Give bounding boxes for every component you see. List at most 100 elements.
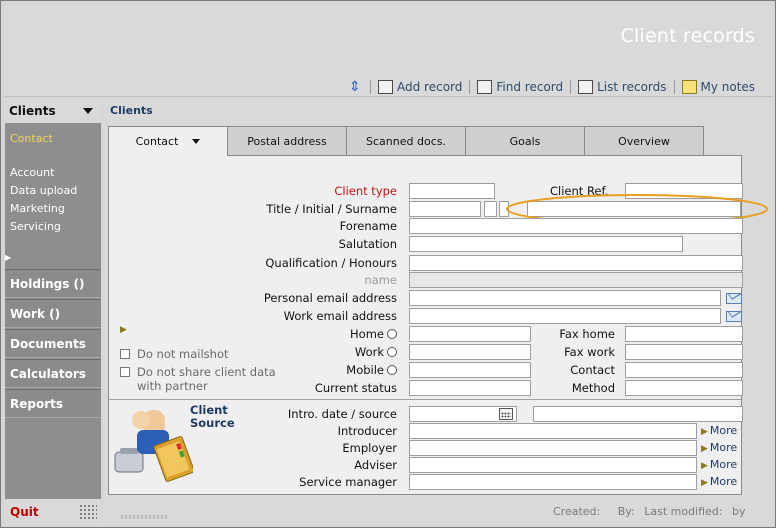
employer-field[interactable] [409,440,697,456]
list-records-button[interactable]: List records [578,80,667,94]
sidebar-item-holdings[interactable]: Holdings () [5,269,101,298]
work-email-label: Work email address [283,309,397,323]
fax-work-field[interactable] [625,344,743,360]
intro-source-field[interactable] [533,406,743,422]
do-not-share-checkbox[interactable] [120,367,130,377]
list-records-label: List records [597,80,667,94]
find-record-button[interactable]: Find record [477,80,563,94]
sidebar-clients-dropdown[interactable]: Clients [5,99,101,123]
salutation-field[interactable] [409,236,683,252]
expand-arrow-icon[interactable]: ▶ [5,253,11,262]
work-phone-label: Work [355,345,397,359]
do-not-mailshot-label: Do not mailshot [137,347,229,361]
work-radio[interactable] [387,347,397,357]
status-bar: Created: By: Last modified: by [553,505,746,518]
employer-more-link[interactable]: ▶ More [701,441,737,454]
sidebar-item-servicing[interactable]: Servicing [10,218,101,236]
do-not-share-line2: with partner [137,379,208,393]
mobile-phone-label: Mobile [346,363,397,377]
breadcrumb: Clients [110,104,153,117]
qualification-field[interactable] [409,255,743,271]
my-notes-label: My notes [700,80,756,94]
toolbar-separator [673,80,675,94]
sidebar-item-account[interactable]: Account [10,164,101,182]
last-modified-label: Last modified: [644,505,723,518]
sidebar-item-calculators[interactable]: Calculators [5,359,101,388]
do-not-share-line1: Do not share client data [137,365,276,379]
salutation-label: Salutation [338,237,397,251]
client-source-title: Client Source [190,404,235,430]
method-field[interactable] [625,380,743,396]
adviser-field[interactable] [409,457,697,473]
service-manager-field[interactable] [409,474,697,490]
sidebar-item-data-upload[interactable]: Data upload [10,182,101,200]
service-manager-label: Service manager [299,475,397,489]
current-status-label: Current status [314,381,397,395]
tab-goals[interactable]: Goals [465,126,585,155]
initial-field[interactable] [484,201,497,217]
more-text: More [709,441,738,454]
contact-form-panel: Client type Client Ref. Title / Initial … [108,155,768,495]
tab-bar: Contact Postal address Scanned docs. Goa… [108,126,704,156]
work-phone-field[interactable] [409,344,531,360]
client-type-field[interactable] [409,183,495,199]
work-text: Work [354,345,384,359]
forename-field[interactable] [409,218,743,234]
fax-home-field[interactable] [625,326,743,342]
personal-email-field[interactable] [409,290,721,306]
tab-contact[interactable]: Contact [108,126,228,156]
introducer-field[interactable] [409,423,697,439]
add-record-button[interactable]: Add record [378,80,462,94]
mobile-phone-field[interactable] [409,362,531,378]
fax-home-label: Fax home [559,327,615,341]
decorative-strip [121,515,167,519]
fax-work-label: Fax work [564,345,615,359]
sidebar-item-contact[interactable]: Contact [10,130,101,148]
do-not-share-label: Do not share client data with partner [137,365,276,393]
mobile-radio[interactable] [387,365,397,375]
my-notes-button[interactable]: My notes [681,80,756,94]
title-field[interactable] [409,201,481,217]
home-phone-field[interactable] [409,326,531,342]
home-text: Home [350,327,384,341]
calendar-icon[interactable] [499,408,513,420]
add-record-label: Add record [397,80,463,94]
envelope-icon[interactable] [726,311,742,322]
home-radio[interactable] [387,329,397,339]
envelope-icon[interactable] [726,293,742,304]
play-icon: ▶ [701,478,708,488]
chevron-down-icon [192,139,201,144]
tab-contact-label: Contact [135,135,179,148]
quit-button[interactable]: Quit [5,499,101,525]
play-icon: ▶ [701,461,708,471]
name-label: name [364,273,397,287]
current-status-field[interactable] [409,380,531,396]
service-manager-more-link[interactable]: ▶ More [701,475,737,488]
header: Client records ⇕ Add record Find record … [5,5,773,97]
more-text: More [709,458,738,471]
contact-field[interactable] [625,362,743,378]
name-field [409,272,743,288]
client-source-line2: Source [190,416,235,430]
tab-scanned-docs[interactable]: Scanned docs. [346,126,466,155]
sidebar-item-reports[interactable]: Reports [5,389,101,418]
sidebar-item-work[interactable]: Work () [5,299,101,328]
work-email-field[interactable] [409,308,721,324]
toolbar-separator [469,80,471,94]
intro-date-label: Intro. date / source [287,407,397,421]
introducer-more-link[interactable]: ▶ More [701,424,737,437]
up-down-arrows-icon[interactable]: ⇕ [349,80,361,94]
app-title: Client records [620,25,755,47]
sidebar-item-documents[interactable]: Documents [5,329,101,358]
tab-postal-address[interactable]: Postal address [227,126,347,155]
created-by-label: By: [617,505,635,518]
expand-arrow-icon[interactable]: ▶ [120,325,127,335]
sidebar: Clients Contact Account Data upload Mark… [5,99,101,525]
sidebar-item-marketing[interactable]: Marketing [10,200,101,218]
do-not-mailshot-checkbox[interactable] [120,349,130,359]
adviser-more-link[interactable]: ▶ More [701,458,737,471]
tab-overview[interactable]: Overview [584,126,704,155]
sidebar-submenu: Contact Account Data upload Marketing Se… [5,123,101,269]
grip-icon [79,504,97,520]
employer-label: Employer [342,441,397,455]
